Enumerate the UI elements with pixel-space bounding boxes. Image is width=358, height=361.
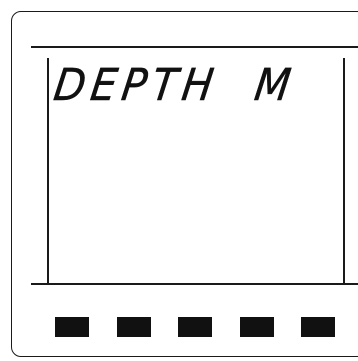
indicator-segment-3 [178,317,212,337]
lcd-right-edge [343,58,345,284]
indicator-segment-2 [117,317,151,337]
indicator-segment-4 [240,317,274,337]
indicator-segment-5 [301,317,335,337]
lcd-top-divider [31,46,358,48]
indicator-bar [0,317,358,337]
lcd-left-edge [47,58,49,284]
depth-readout: DEPTH M [50,60,300,111]
lcd-bottom-divider [31,283,358,285]
indicator-segment-1 [55,317,89,337]
